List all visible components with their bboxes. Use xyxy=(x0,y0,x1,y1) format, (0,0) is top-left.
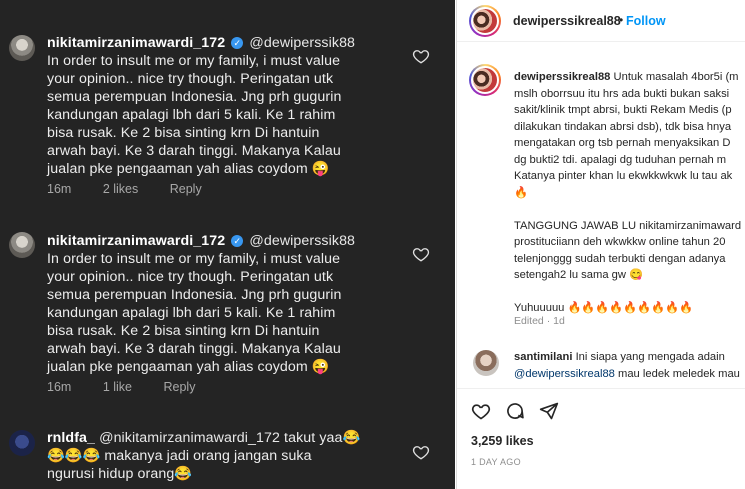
like-heart-icon[interactable] xyxy=(412,245,430,263)
comment-line: your opinion.. nice try though. Peringat… xyxy=(47,71,334,87)
edited-label: Edited · 1d xyxy=(514,315,565,327)
like-heart-icon[interactable] xyxy=(412,47,430,65)
comment-line: 😂😂😂 makanya jadi orang jangan suka xyxy=(47,448,312,464)
caption-line: TANGGUNG JAWAB LU nikitamirzanimaward xyxy=(514,219,742,232)
comment-time: 16m xyxy=(47,380,72,394)
reply-button[interactable]: Reply xyxy=(170,182,202,196)
comment-username[interactable]: rnldfa_ xyxy=(47,430,95,446)
avatar[interactable] xyxy=(9,35,35,61)
caption-line: 🔥 xyxy=(514,186,528,199)
share-icon[interactable] xyxy=(539,401,559,421)
comments-panel: nikitamirzanimawardi_172 ✓ @dewiperssik8… xyxy=(0,0,455,489)
comment-time: 16m xyxy=(47,182,72,196)
comment-line: takut yaa😂 xyxy=(284,430,361,446)
caption-username[interactable]: dewiperssikreal88 xyxy=(514,71,610,83)
comment-line: bisa rusak. Ke 2 bisa sinting krn Di han… xyxy=(47,125,320,141)
comment-line: arwah bayi. Ke 3 darah tinggi. Makanya K… xyxy=(47,341,341,357)
comment-username[interactable]: nikitamirzanimawardi_172 xyxy=(47,35,225,51)
comment-bubble-icon[interactable] xyxy=(505,401,525,421)
caption-line: setengah2 lu sama gw 😋 xyxy=(514,269,643,281)
post-comment-mention[interactable]: @dewiperssikreal88 xyxy=(514,368,615,380)
post-header: dewiperssikreal88 • Follow xyxy=(457,0,745,42)
caption-line: sakit/klinik tmpt abrsi, bukti Rekam Med… xyxy=(514,104,732,116)
caption-line: Katanya pinter khan lu ekwkkwkwk lu tau … xyxy=(514,170,733,182)
comment-mention[interactable]: @nikitamirzanimawardi_172 xyxy=(99,430,280,446)
profile-avatar[interactable] xyxy=(469,5,501,37)
caption-line: telenjonggg sudah terbukti dengan adanya xyxy=(514,252,726,265)
post-actions: 3,259 likes 1 DAY AGO xyxy=(457,388,745,484)
comment-text: nikitamirzanimawardi_172 ✓ @dewiperssik8… xyxy=(47,232,397,376)
comment-mention[interactable]: @dewiperssik88 xyxy=(249,35,355,51)
caption-avatar[interactable] xyxy=(469,64,501,96)
follow-button[interactable]: Follow xyxy=(626,14,666,28)
commenter-avatar[interactable] xyxy=(473,350,499,376)
comment-line: ngurusi hidup orang😂 xyxy=(47,466,193,482)
avatar[interactable] xyxy=(9,232,35,258)
comment-meta: 16m 2 likes Reply xyxy=(47,182,230,196)
like-heart-icon[interactable] xyxy=(471,401,491,421)
separator-dot: • xyxy=(619,13,624,27)
post-caption: dewiperssikreal88 Untuk masalah 4bor5i (… xyxy=(514,69,745,317)
like-heart-icon[interactable] xyxy=(412,443,430,461)
caption-line: dg bukti2 tdi. apalagi dg tuduhan pernah… xyxy=(514,153,727,166)
comment-line: your opinion.. nice try though. Peringat… xyxy=(47,269,334,285)
caption-line: Yuhuuuuu 🔥🔥🔥🔥🔥🔥🔥🔥🔥 xyxy=(514,302,693,314)
post-comment-line: mau ledek meledek mau xyxy=(618,368,740,380)
comment-line: semua perempuan Indonesia. Jng prh gugur… xyxy=(47,89,342,105)
caption-line: mslh oborrsuu itu hrs ada bukti bukan sa… xyxy=(514,87,730,100)
caption-line: prostituciiann deh wkwkkw online tahun 2… xyxy=(514,236,726,248)
comment-line: In order to insult me or my family, i mu… xyxy=(47,53,341,69)
comment-line: kandungan apalagi lbh dari 5 kali. Ke 1 … xyxy=(47,107,336,123)
post-comment-line: Ini siapa yang mengada adain xyxy=(575,351,725,363)
comment-line: bisa rusak. Ke 2 bisa sinting krn Di han… xyxy=(47,323,320,339)
comment-mention[interactable]: @dewiperssik88 xyxy=(249,233,355,249)
comment-line: In order to insult me or my family, i mu… xyxy=(47,251,341,267)
comment-meta: 16m 1 like Reply xyxy=(47,380,223,394)
comment-line: semua perempuan Indonesia. Jng prh gugur… xyxy=(47,287,342,303)
verified-badge-icon: ✓ xyxy=(231,235,244,247)
post-panel: dewiperssikreal88 • Follow dewiperssikre… xyxy=(456,0,745,489)
post-timestamp: 1 DAY AGO xyxy=(471,457,521,467)
comment-likes[interactable]: 2 likes xyxy=(103,182,138,196)
commenter-username[interactable]: santimilani xyxy=(514,351,572,363)
avatar[interactable] xyxy=(9,430,35,456)
post-comment: santimilani Ini siapa yang mengada adain… xyxy=(514,349,745,383)
comment-text: nikitamirzanimawardi_172 ✓ @dewiperssik8… xyxy=(47,34,397,178)
comment-likes[interactable]: 1 like xyxy=(103,380,132,394)
comment-line: jualan pke pengaaman yah alias coydom 😜 xyxy=(47,161,330,177)
likes-count[interactable]: 3,259 likes xyxy=(471,434,534,448)
caption-line: Untuk masalah 4bor5i (m xyxy=(613,71,739,83)
comment-username[interactable]: nikitamirzanimawardi_172 xyxy=(47,233,225,249)
verified-badge-icon: ✓ xyxy=(231,37,244,49)
comment-line: kandungan apalagi lbh dari 5 kali. Ke 1 … xyxy=(47,305,336,321)
caption-line: mengatakan org tsb pernah menyaksikan D xyxy=(514,137,731,149)
comment-text: rnldfa_ @nikitamirzanimawardi_172 takut … xyxy=(47,429,397,483)
reply-button[interactable]: Reply xyxy=(163,380,195,394)
comment-line: jualan pke pengaaman yah alias coydom 😜 xyxy=(47,359,330,375)
comment-line: arwah bayi. Ke 3 darah tinggi. Makanya K… xyxy=(47,143,341,159)
caption-line: dilakukan tindakan abrsi dsb), tdk bisa … xyxy=(514,120,732,133)
post-username[interactable]: dewiperssikreal88 xyxy=(513,14,621,28)
